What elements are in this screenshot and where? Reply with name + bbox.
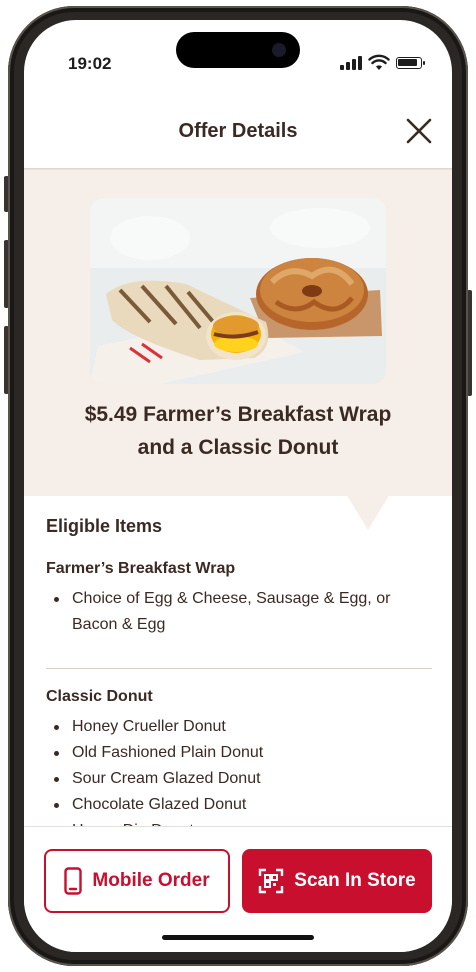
scan-in-store-label: Scan In Store <box>294 870 416 891</box>
wifi-icon <box>368 54 390 70</box>
mobile-order-label: Mobile Order <box>92 870 210 891</box>
close-icon[interactable] <box>404 116 434 146</box>
offer-title: $5.49 Farmer’s Breakfast Wrap and a Clas… <box>84 403 392 459</box>
phone-icon <box>64 867 83 895</box>
offer-image <box>90 198 386 384</box>
bottom-action-bar: Mobile Order Scan In Store <box>24 826 452 952</box>
list-item: Sour Cream Glazed Donut <box>54 766 261 792</box>
battery-icon <box>396 57 425 69</box>
list-item: Honey Crueller Donut <box>54 714 226 740</box>
hero-pointer <box>346 494 390 530</box>
home-indicator[interactable] <box>162 935 314 940</box>
scan-icon <box>259 868 284 894</box>
signal-icon <box>340 56 362 70</box>
dynamic-island <box>176 32 300 68</box>
list-item: Choice of Egg & Cheese, Sausage & Egg, o… <box>54 586 424 638</box>
list-item: Chocolate Glazed Donut <box>54 792 246 818</box>
header: Offer Details <box>24 90 452 170</box>
group-title-wrap: Farmer’s Breakfast Wrap <box>46 560 236 577</box>
phone-device: 19:02 Offer Details $5.49 Farmer’s Break… <box>0 0 476 972</box>
offer-hero: $5.49 Farmer’s Breakfast Wrap and a Clas… <box>24 170 452 496</box>
page-title: Offer Details <box>178 120 298 142</box>
scan-in-store-button[interactable]: Scan In Store <box>242 849 432 913</box>
status-bar: 19:02 <box>24 20 452 90</box>
divider <box>46 668 432 669</box>
status-time: 19:02 <box>68 54 112 73</box>
list-item: Old Fashioned Plain Donut <box>54 740 263 766</box>
section-title: Eligible Items <box>46 516 163 536</box>
group-title-donut: Classic Donut <box>46 688 153 705</box>
screen: 19:02 Offer Details $5.49 Farmer’s Break… <box>24 20 452 952</box>
mobile-order-button[interactable]: Mobile Order <box>44 849 230 913</box>
